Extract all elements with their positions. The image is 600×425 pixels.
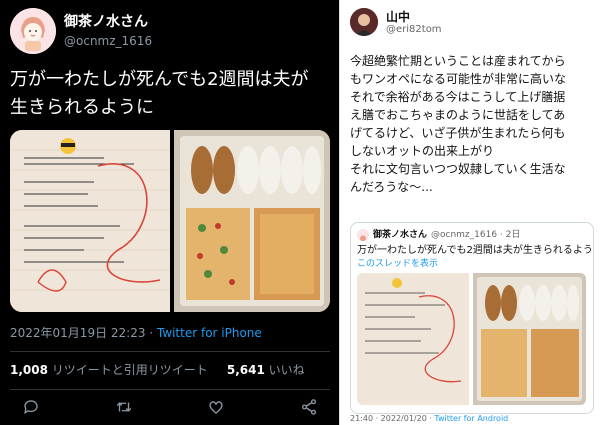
note-photo — [357, 273, 469, 405]
tweet-time: 21:40 · 2022/01/20 · — [350, 414, 435, 423]
author-name[interactable]: 山中 — [386, 8, 410, 25]
tweet-app[interactable]: Twitter for iPhone — [157, 326, 262, 340]
show-thread-link[interactable]: このスレッドを表示 — [357, 256, 438, 269]
author-handle[interactable]: @ocnmz_1616 — [64, 34, 152, 48]
author-handle[interactable]: @eri82tom — [386, 24, 442, 35]
share-icon[interactable] — [298, 396, 320, 418]
quoted-author-name: 御茶ノ水さん — [373, 230, 428, 240]
retweet-icon[interactable] — [113, 396, 135, 418]
note-photo[interactable] — [10, 130, 170, 312]
tweet-text: 万が一わたしが死んでも2週間は夫が 生きられるように — [10, 69, 309, 118]
quoted-tweet[interactable]: 御茶ノ水さん @ocnmz_1616 · 2日 万が一わたしが死んでも2週間は夫… — [350, 222, 594, 414]
tweet-app[interactable]: Twitter for Android — [434, 414, 508, 423]
main-tweet: 御茶ノ水さん @ocnmz_1616 万が一わたしが死んでも2週間は夫が 生きら… — [0, 0, 339, 425]
avatar — [357, 229, 369, 241]
reply-icon[interactable] — [20, 396, 42, 418]
tweet-meta: 21:40 · 2022/01/20 · Twitter for Android — [350, 414, 508, 423]
quoted-media[interactable] — [357, 273, 586, 405]
quoted-author-handle: @ocnmz_1616 · 2日 — [431, 230, 521, 240]
bento-photo[interactable] — [174, 130, 330, 312]
retweet-count[interactable]: 1,008 リツイートと引用リツイート — [10, 363, 208, 377]
tweet-meta: 2022年01月19日 22:23 · Twitter for iPhone — [10, 326, 262, 340]
tweet-date[interactable]: 2022年01月19日 22:23 — [10, 326, 145, 340]
avatar[interactable] — [10, 8, 56, 54]
avatar[interactable] — [350, 8, 378, 36]
divider — [10, 389, 330, 390]
like-icon[interactable] — [205, 396, 227, 418]
like-count[interactable]: 5,641 いいね — [227, 363, 305, 377]
reply-tweet: 山中 @eri82tom 今超絶繁忙期ということは産まれてから もワンオペになる… — [339, 0, 600, 425]
divider — [10, 351, 330, 352]
action-bar — [20, 396, 320, 418]
quoted-tweet-text: 万が一わたしが死んでも2週間は夫が生きられるように — [357, 245, 594, 256]
bento-photo — [473, 273, 586, 405]
tweet-stats: 1,008 リツイートと引用リツイート 5,641 いいね — [10, 361, 305, 378]
author-name[interactable]: 御茶ノ水さん — [64, 11, 148, 31]
tweet-text: 今超絶繁忙期ということは産まれてから もワンオペになる可能性が非常に高いな それ… — [350, 54, 567, 194]
tweet-media[interactable] — [10, 130, 330, 312]
